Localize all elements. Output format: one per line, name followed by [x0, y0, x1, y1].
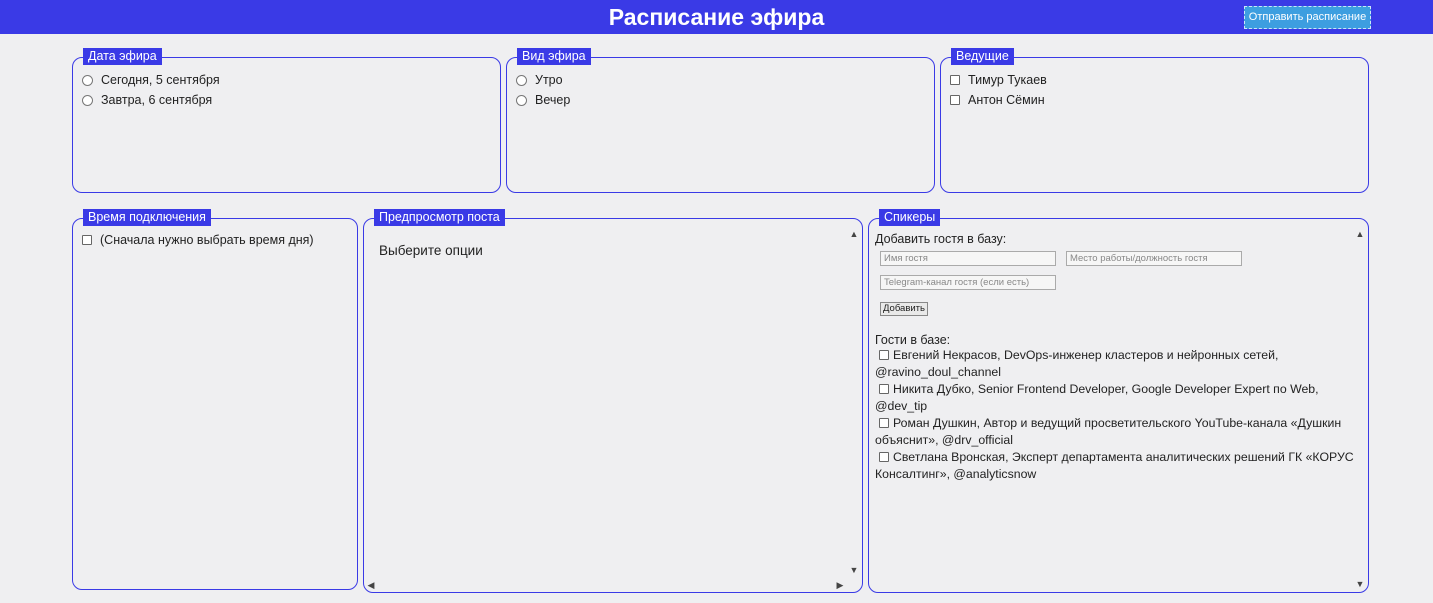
time-option-label: (Сначала нужно выбрать время дня): [100, 233, 314, 247]
scroll-down-arrow-icon[interactable]: ▼: [1355, 579, 1365, 589]
host-option-semin[interactable]: Антон Сёмин: [950, 93, 1045, 107]
guest-item[interactable]: Никита Дубко, Senior Frontend Developer,…: [875, 381, 1355, 415]
radio-evening[interactable]: [516, 94, 527, 106]
checkbox-tukaev[interactable]: [950, 75, 960, 85]
date-panel-legend: Дата эфира: [83, 48, 162, 65]
date-panel: Дата эфира Сегодня, 5 сентября Завтра, 6…: [72, 48, 501, 193]
guest-checkbox[interactable]: [879, 452, 889, 462]
speakers-panel: Спикеры Добавить гостя в базу: Добавить …: [868, 209, 1369, 593]
guest-label: Евгений Некрасов, DevOps-инженер кластер…: [875, 348, 1279, 379]
type-panel: Вид эфира Утро Вечер: [506, 48, 935, 193]
radio-today[interactable]: [82, 74, 93, 86]
guest-checkbox[interactable]: [879, 384, 889, 394]
scroll-left-arrow-icon[interactable]: ◀: [366, 580, 376, 590]
time-panel-legend: Время подключения: [83, 209, 211, 226]
speakers-panel-legend: Спикеры: [879, 209, 941, 226]
guest-label: Роман Душкин, Автор и ведущий просветите…: [875, 416, 1342, 447]
time-panel: Время подключения (Сначала нужно выбрать…: [72, 209, 358, 590]
guest-checkbox[interactable]: [879, 350, 889, 360]
type-option-label: Утро: [535, 73, 563, 87]
guest-job-input[interactable]: [1066, 251, 1242, 266]
hosts-panel-legend: Ведущие: [951, 48, 1014, 65]
guests-list-label: Гости в базе:: [875, 333, 951, 347]
date-option-today[interactable]: Сегодня, 5 сентября: [82, 73, 220, 87]
type-option-morning[interactable]: Утро: [516, 73, 563, 87]
send-schedule-button[interactable]: Отправить расписание: [1244, 6, 1371, 29]
header-bar: Расписание эфира Отправить расписание: [0, 0, 1433, 34]
guest-label: Светлана Вронская, Эксперт департамента …: [875, 450, 1354, 481]
add-guest-button[interactable]: Добавить: [880, 302, 928, 316]
scroll-right-arrow-icon[interactable]: ▶: [835, 580, 845, 590]
scroll-up-arrow-icon[interactable]: ▲: [1355, 229, 1365, 239]
preview-panel: Предпросмотр поста Выберите опции ▲ ▼ ◀ …: [363, 209, 863, 593]
checkbox-semin[interactable]: [950, 95, 960, 105]
guest-item[interactable]: Роман Душкин, Автор и ведущий просветите…: [875, 415, 1355, 449]
guest-checkbox[interactable]: [879, 418, 889, 428]
checkbox-time[interactable]: [82, 235, 92, 245]
page-title: Расписание эфира: [608, 4, 825, 30]
date-option-label: Завтра, 6 сентября: [101, 93, 213, 107]
time-option-placeholder[interactable]: (Сначала нужно выбрать время дня): [82, 233, 314, 247]
radio-tomorrow[interactable]: [82, 94, 93, 106]
preview-text: Выберите опции: [379, 243, 483, 258]
guest-name-input[interactable]: [880, 251, 1056, 266]
type-option-label: Вечер: [535, 93, 571, 107]
host-option-label: Антон Сёмин: [968, 93, 1045, 107]
preview-panel-legend: Предпросмотр поста: [374, 209, 505, 226]
add-guest-label: Добавить гостя в базу:: [875, 232, 1007, 246]
guest-item[interactable]: Светлана Вронская, Эксперт департамента …: [875, 449, 1355, 483]
guest-telegram-input[interactable]: [880, 275, 1056, 290]
guest-item[interactable]: Евгений Некрасов, DevOps-инженер кластер…: [875, 347, 1355, 381]
type-panel-legend: Вид эфира: [517, 48, 591, 65]
radio-morning[interactable]: [516, 74, 527, 86]
date-option-label: Сегодня, 5 сентября: [101, 73, 220, 87]
scroll-up-arrow-icon[interactable]: ▲: [849, 229, 859, 239]
hosts-panel: Ведущие Тимур Тукаев Антон Сёмин: [940, 48, 1369, 193]
scroll-down-arrow-icon[interactable]: ▼: [849, 565, 859, 575]
guest-label: Никита Дубко, Senior Frontend Developer,…: [875, 382, 1319, 413]
host-option-label: Тимур Тукаев: [968, 73, 1047, 87]
date-option-tomorrow[interactable]: Завтра, 6 сентября: [82, 93, 212, 107]
host-option-tukaev[interactable]: Тимур Тукаев: [950, 73, 1047, 87]
type-option-evening[interactable]: Вечер: [516, 93, 570, 107]
